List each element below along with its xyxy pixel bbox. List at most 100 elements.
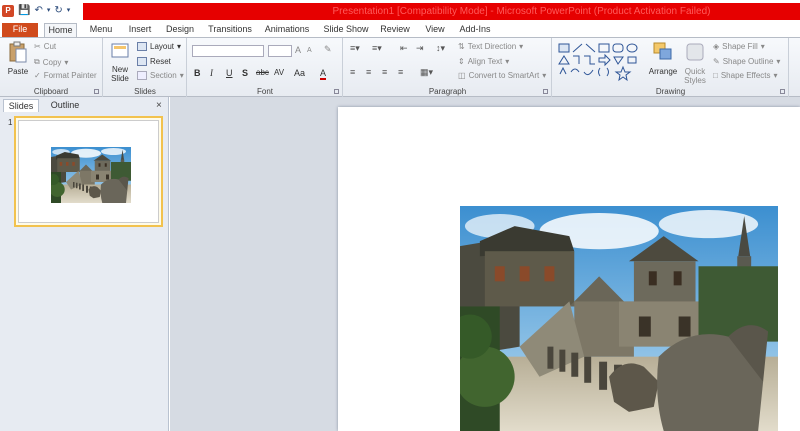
text-direction-button[interactable]: ⇅ Text Direction ▾ [458, 42, 523, 51]
bold-button[interactable]: B [194, 68, 201, 78]
align-center-icon[interactable]: ≡ [366, 67, 371, 77]
increase-indent-icon[interactable]: ⇥ [416, 43, 424, 54]
text-direction-icon: ⇅ [458, 42, 465, 51]
format-painter-label: Format Painter [43, 71, 97, 80]
layout-icon [137, 42, 147, 51]
section-button[interactable]: Section ▾ [137, 71, 184, 80]
tab-insert[interactable]: Insert [124, 23, 156, 38]
underline-button[interactable]: U [226, 68, 233, 78]
shape-outline-label: Shape Outline [722, 57, 774, 66]
slides-group-label: Slides [134, 87, 156, 96]
shape-outline-icon: ✎ [713, 57, 720, 66]
align-left-icon[interactable]: ≡ [350, 67, 355, 77]
section-icon [137, 71, 147, 80]
numbering-icon[interactable]: ≡▾ [372, 43, 382, 54]
paragraph-group: ≡▾ ≡▾ ⇤ ⇥ ↕▾ ≡ ≡ ≡ ≡ ▦▾ ⇅ Text Direction ▾… [344, 38, 552, 97]
paste-label: Paste [7, 67, 29, 76]
reset-button[interactable]: Reset [137, 57, 171, 66]
shape-effects-button[interactable]: □ Shape Effects ▾ [713, 71, 778, 80]
smartart-icon: ◫ [458, 71, 466, 80]
slide-thumbnail-number: 1 [8, 118, 13, 127]
grow-font-button[interactable]: A [295, 45, 301, 55]
strikethrough-button[interactable]: abc [256, 68, 269, 77]
align-text-icon: ⇕ [458, 57, 465, 66]
bullets-icon[interactable]: ≡▾ [350, 43, 360, 54]
tab-menu[interactable]: Menu [86, 23, 116, 38]
align-text-button[interactable]: ⇕ Align Text ▾ [458, 57, 509, 66]
line-spacing-icon[interactable]: ↕▾ [436, 43, 445, 54]
format-painter-button[interactable]: ✓ Format Painter [34, 71, 97, 80]
drawing-group: Arrange Quick Styles ◈ Shape Fill ▾ ✎ Shape… [553, 38, 789, 97]
layout-dropdown-icon: ▾ [177, 42, 182, 51]
tab-transitions[interactable]: Transitions [206, 23, 254, 38]
format-painter-icon: ✓ [34, 71, 41, 80]
tab-add-ins[interactable]: Add-Ins [457, 23, 493, 38]
font-group: A A ✎ B I U S abc AV Aa A Font [188, 38, 343, 97]
undo-icon[interactable]: ↶ [34, 5, 42, 17]
new-slide-button[interactable]: New Slide [106, 41, 134, 83]
arrange-label: Arrange [648, 67, 678, 76]
arrange-button[interactable]: Arrange [647, 41, 679, 76]
tab-outline[interactable]: Outline [45, 99, 85, 112]
customize-icon[interactable]: ▾ [67, 5, 71, 17]
font-color-button[interactable]: A [320, 68, 327, 80]
shape-outline-button[interactable]: ✎ Shape Outline ▾ [713, 57, 780, 66]
paragraph-dialog-launcher-icon[interactable] [543, 89, 548, 94]
character-spacing-button[interactable]: AV [274, 68, 284, 77]
ribbon-tabs: File Home Menu Insert Design Transitions… [0, 21, 800, 38]
tab-file[interactable]: File [2, 23, 38, 38]
cut-label: Cut [43, 42, 57, 51]
tab-animations[interactable]: Animations [262, 23, 312, 38]
text-direction-label: Text Direction [467, 42, 517, 51]
shape-fill-icon: ◈ [713, 42, 720, 51]
shadow-button[interactable]: S [242, 68, 248, 78]
dropdown-icon[interactable]: ▾ [47, 5, 51, 17]
layout-button[interactable]: Layout ▾ [137, 42, 181, 51]
new-slide-label: New Slide [111, 65, 129, 83]
quick-styles-button[interactable]: Quick Styles [680, 41, 710, 85]
columns-icon[interactable]: ▦▾ [420, 67, 433, 78]
copy-dropdown-icon: ▾ [64, 57, 69, 67]
tab-design[interactable]: Design [163, 23, 197, 38]
decrease-indent-icon[interactable]: ⇤ [400, 43, 408, 54]
slide-image[interactable] [460, 206, 778, 431]
align-text-label: Align Text [467, 57, 503, 66]
font-dialog-launcher-icon[interactable] [334, 89, 339, 94]
slide-thumbnail[interactable] [14, 116, 163, 227]
close-icon[interactable]: × [156, 100, 162, 111]
shape-outline-dropdown-icon: ▾ [776, 57, 781, 66]
tab-slides[interactable]: Slides [3, 99, 39, 112]
slide-canvas[interactable] [338, 107, 800, 431]
align-text-dropdown-icon: ▾ [505, 57, 510, 66]
convert-smartart-button[interactable]: ◫ Convert to SmartArt ▾ [458, 71, 546, 80]
save-icon[interactable]: 💾 [18, 5, 30, 17]
font-size-combo[interactable] [268, 45, 292, 57]
copy-button[interactable]: ⧉ Copy ▾ [34, 57, 68, 67]
justify-icon[interactable]: ≡ [398, 67, 403, 77]
tab-slide-show[interactable]: Slide Show [321, 23, 371, 38]
window-title: Presentation1 [Compatibility Mode] - Mic… [332, 6, 711, 17]
clipboard-group-label: Clipboard [33, 87, 69, 96]
italic-button[interactable]: I [210, 68, 213, 78]
shapes-gallery[interactable] [557, 42, 641, 82]
redo-icon[interactable]: ↻ [54, 5, 62, 17]
font-name-combo[interactable] [192, 45, 264, 57]
tab-home[interactable]: Home [44, 23, 77, 38]
clipboard-dialog-launcher-icon[interactable] [94, 89, 99, 94]
new-slide-icon [111, 43, 129, 58]
layout-label: Layout [150, 42, 175, 51]
shape-fill-button[interactable]: ◈ Shape Fill ▾ [713, 42, 765, 51]
align-right-icon[interactable]: ≡ [382, 67, 387, 77]
clear-formatting-icon[interactable]: ✎ [324, 44, 332, 55]
clipboard-group: Paste ✂ Cut ⧉ Copy ▾ ✓ Format Painter Clipbo… [0, 38, 103, 97]
tab-view[interactable]: View [421, 23, 449, 38]
shrink-font-button[interactable]: A [307, 47, 312, 54]
tab-review[interactable]: Review [378, 23, 412, 38]
powerpoint-app-icon[interactable]: P [2, 5, 14, 17]
drawing-dialog-launcher-icon[interactable] [780, 89, 785, 94]
change-case-button[interactable]: Aa [294, 68, 305, 78]
paste-button[interactable]: Paste [4, 41, 32, 76]
arrange-icon [653, 42, 672, 60]
cut-button[interactable]: ✂ Cut [34, 42, 56, 51]
slides-pane: Slides Outline × 1 [0, 97, 169, 431]
